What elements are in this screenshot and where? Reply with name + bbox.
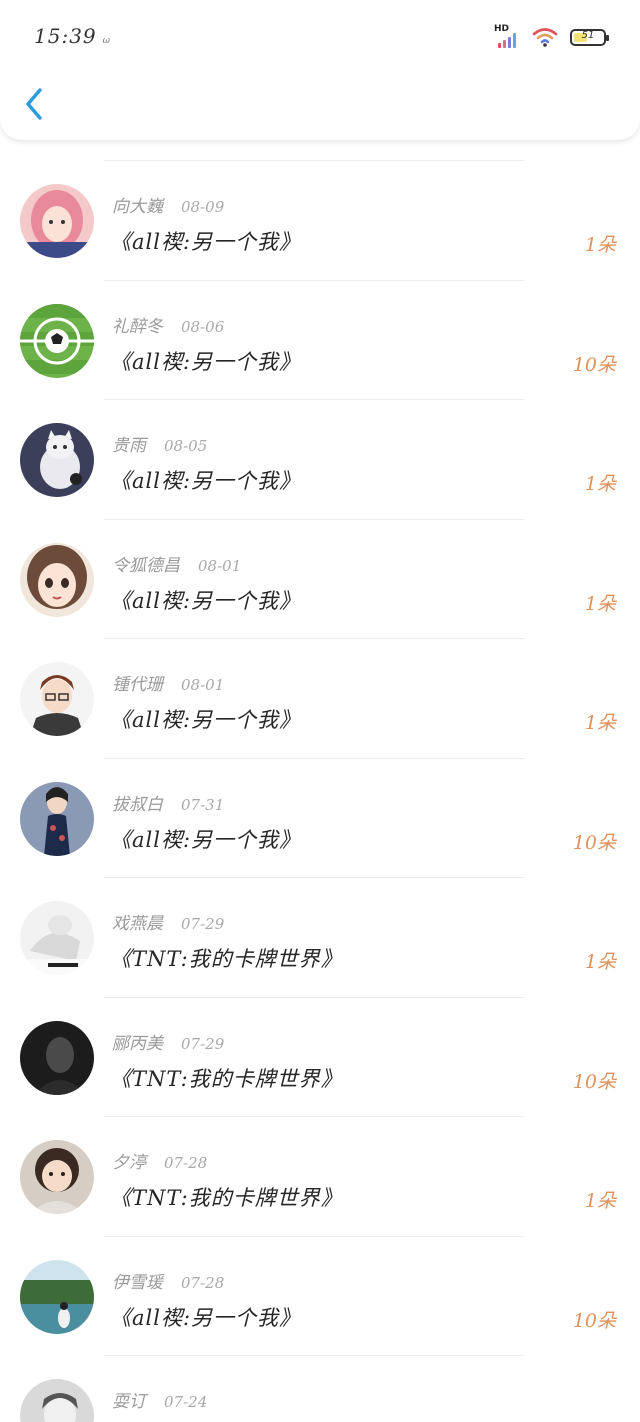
user-info: 锺代珊 08-01 <box>112 670 224 695</box>
row-divider <box>104 160 524 161</box>
book-title[interactable]: 《TNT:我的卡牌世界》 <box>110 1063 343 1093</box>
book-title[interactable]: 《all禊:另一个我》 <box>110 346 301 376</box>
battery-icon: 51 <box>570 28 609 46</box>
list-item[interactable]: 伊雪瑗 07-28 《all禊:另一个我》 10朵 <box>0 1235 640 1356</box>
book-title[interactable]: 《all禊:另一个我》 <box>110 226 301 256</box>
row-divider <box>104 757 524 759</box>
user-name[interactable]: 令狐德昌 <box>112 556 180 576</box>
row-divider <box>104 996 524 998</box>
avatar[interactable] <box>20 303 94 378</box>
flower-count: 1朵 <box>584 1190 616 1212</box>
gift-date: 08-05 <box>164 437 208 455</box>
flower-count: 1朵 <box>584 473 616 495</box>
user-info: 礼醉冬 08-06 <box>112 312 224 337</box>
avatar[interactable] <box>20 781 94 856</box>
gift-date: 07-31 <box>181 795 225 814</box>
user-name[interactable]: 锺代珊 <box>112 675 163 695</box>
list-item[interactable]: 向大巍 08-09 《all禊:另一个我》 1朵 <box>0 160 640 280</box>
avatar[interactable] <box>20 1020 94 1095</box>
book-title[interactable]: 《all禊:另一个我》 <box>110 824 301 854</box>
gift-date: 07-24 <box>164 1393 208 1411</box>
gift-date: 08-06 <box>181 317 225 336</box>
user-info: 郦丙美 07-29 <box>112 1029 224 1054</box>
row-divider <box>104 279 524 281</box>
user-name[interactable]: 耍订 <box>112 1392 146 1412</box>
avatar[interactable] <box>20 423 94 497</box>
user-info: 令狐德昌 08-01 <box>112 551 241 576</box>
list-item[interactable]: 礼醉冬 08-06 《all禊:另一个我》 10朵 <box>0 279 640 400</box>
book-title[interactable]: 《all禊:另一个我》 <box>110 465 301 495</box>
user-name[interactable]: 郦丙美 <box>112 1034 163 1054</box>
gift-date: 08-01 <box>198 556 242 575</box>
gift-date: 07-29 <box>181 915 225 933</box>
status-time: 15:39 ω <box>34 24 111 48</box>
avatar[interactable] <box>20 184 94 258</box>
book-title[interactable]: 《all禊:另一个我》 <box>110 585 301 615</box>
gift-date: 07-28 <box>164 1154 208 1172</box>
user-info: 伊雪瑗 07-28 <box>112 1268 224 1293</box>
user-name[interactable]: 拔叔白 <box>112 795 163 815</box>
avatar[interactable] <box>20 1379 94 1422</box>
list-item[interactable]: 贵雨 08-05 《all禊:另一个我》 1朵 <box>0 399 640 519</box>
user-info: 夕渟 07-28 <box>112 1148 207 1173</box>
list-item[interactable]: 耍订07-24《all禊:另一个我》1朵 <box>0 1355 640 1422</box>
user-info: 戏燕晨 07-29 <box>112 909 224 934</box>
flower-count: 1朵 <box>584 234 616 256</box>
book-title[interactable]: 《TNT:我的卡牌世界》 <box>110 943 343 973</box>
list-item[interactable]: 戏燕晨 07-29 《TNT:我的卡牌世界》 1朵 <box>0 877 640 997</box>
signal-icon: HD <box>494 24 520 48</box>
gift-date: 08-09 <box>181 198 225 216</box>
list-item[interactable]: 郦丙美 07-29 《TNT:我的卡牌世界》 10朵 <box>0 996 640 1117</box>
chevron-left-icon[interactable] <box>18 82 52 126</box>
row-divider <box>104 877 524 878</box>
row-divider <box>104 1355 524 1356</box>
book-title[interactable]: 《all禊:另一个我》 <box>110 704 301 734</box>
list-item[interactable]: 令狐德昌 08-01 《all禊:另一个我》 1朵 <box>0 518 640 639</box>
user-info: 贵雨 08-05 <box>112 431 207 456</box>
gift-date: 07-29 <box>181 1034 225 1053</box>
user-name[interactable]: 礼醉冬 <box>112 317 163 337</box>
row-divider <box>104 1235 524 1237</box>
wifi-icon <box>532 28 558 47</box>
user-info: 向大巍 08-09 <box>112 192 224 217</box>
avatar[interactable] <box>20 901 94 975</box>
book-title[interactable]: 《all禊:另一个我》 <box>110 1302 301 1332</box>
avatar[interactable] <box>20 1140 94 1214</box>
row-divider <box>104 638 524 639</box>
user-name[interactable]: 贵雨 <box>112 436 146 456</box>
top-bar: 15:39 ω HD 51 <box>0 0 640 140</box>
avatar[interactable] <box>20 662 94 736</box>
user-name[interactable]: 夕渟 <box>112 1153 146 1173</box>
row-divider <box>104 399 524 400</box>
user-info: 拔叔白 07-31 <box>112 790 224 815</box>
row-divider <box>104 518 524 520</box>
book-title[interactable]: 《TNT:我的卡牌世界》 <box>110 1182 343 1212</box>
flower-count: 10朵 <box>572 1070 616 1093</box>
gift-date: 08-01 <box>181 676 225 694</box>
user-name[interactable]: 向大巍 <box>112 197 163 217</box>
list-item[interactable]: 锺代珊 08-01 《all禊:另一个我》 1朵 <box>0 638 640 758</box>
flower-count: 10朵 <box>572 1309 616 1332</box>
avatar[interactable] <box>20 542 94 617</box>
row-divider <box>104 1116 524 1117</box>
flower-count: 10朵 <box>572 353 616 376</box>
user-name[interactable]: 伊雪瑗 <box>112 1273 163 1293</box>
avatar[interactable] <box>20 1259 94 1334</box>
flower-count: 1朵 <box>584 592 616 615</box>
flower-count: 1朵 <box>584 712 616 734</box>
flower-count: 10朵 <box>572 831 616 854</box>
status-icons: HD 51 <box>494 24 609 50</box>
flower-count: 1朵 <box>584 951 616 973</box>
list-item[interactable]: 夕渟 07-28 《TNT:我的卡牌世界》 1朵 <box>0 1116 640 1236</box>
gift-record-list: 向大巍 08-09 《all禊:另一个我》 1朵 礼醉冬 08-06 《all禊:另一个我》… <box>0 160 640 1422</box>
gift-date: 07-28 <box>181 1273 225 1292</box>
list-item[interactable]: 拔叔白 07-31 《all禊:另一个我》 10朵 <box>0 757 640 878</box>
user-name[interactable]: 戏燕晨 <box>112 914 163 934</box>
user-info: 耍订 07-24 <box>112 1387 207 1412</box>
